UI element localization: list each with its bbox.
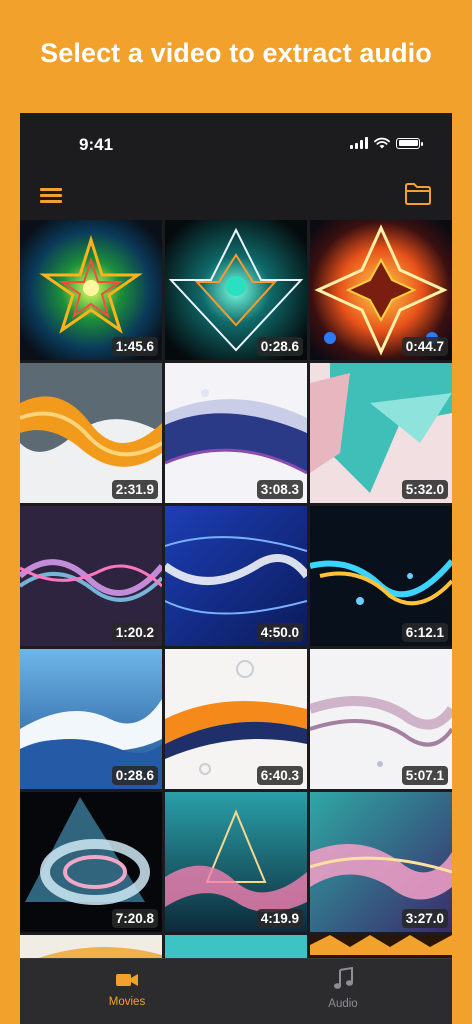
duration-badge: 4:50.0 [256, 623, 303, 642]
duration-badge: 0:28.6 [111, 766, 158, 785]
battery-icon [396, 137, 423, 149]
video-thumbnail[interactable]: 0:44.7 [310, 220, 452, 360]
duration-badge: 3:08.3 [256, 480, 303, 499]
video-thumbnail[interactable]: 6:12.1 [310, 506, 452, 646]
tab-audio-label: Audio [328, 998, 358, 1010]
duration-badge: 1:20.2 [111, 623, 158, 642]
page-headline: Select a video to extract audio [40, 38, 432, 68]
duration-badge: 4:19.9 [256, 909, 303, 928]
duration-badge: 1:45.6 [111, 337, 158, 356]
duration-badge: 0:44.7 [401, 337, 448, 356]
phone-screen: 9:41 1:45.6 0:28.6 0:44.7 2:31.9 3:08.3 … [20, 113, 452, 1024]
duration-badge: 2:31.9 [111, 480, 158, 499]
video-thumbnail[interactable]: 7:20.8 [20, 792, 162, 932]
duration-badge: 7:20.8 [111, 909, 158, 928]
duration-badge: 3:27.0 [401, 909, 448, 928]
video-thumbnail[interactable]: 0:28.6 [20, 649, 162, 789]
video-thumbnail[interactable]: 2:31.9 [20, 363, 162, 503]
video-thumbnail[interactable]: 5:32.0 [310, 363, 452, 503]
duration-badge: 6:40.3 [256, 766, 303, 785]
video-camera-icon [116, 974, 138, 986]
video-grid: 1:45.6 0:28.6 0:44.7 2:31.9 3:08.3 5:32.… [20, 220, 452, 1024]
cellular-signal-icon [350, 137, 368, 149]
video-thumbnail[interactable]: 0:28.6 [165, 220, 307, 360]
duration-badge: 0:28.6 [256, 337, 303, 356]
tab-movies-label: Movies [108, 996, 146, 1008]
video-thumbnail[interactable]: 5:07.1 [310, 649, 452, 789]
video-thumbnail[interactable]: 3:08.3 [165, 363, 307, 503]
video-thumbnail[interactable]: 6:40.3 [165, 649, 307, 789]
menu-button[interactable] [40, 188, 62, 204]
wifi-icon [374, 137, 390, 149]
tab-audio[interactable]: Audio [283, 966, 403, 1019]
video-thumbnail[interactable]: 4:50.0 [165, 506, 307, 646]
duration-badge: 6:12.1 [401, 623, 448, 642]
folder-icon[interactable] [404, 182, 432, 206]
status-bar: 9:41 [20, 113, 452, 173]
video-thumbnail[interactable]: 4:19.9 [165, 792, 307, 932]
status-time: 9:41 [79, 135, 114, 154]
status-icons [350, 137, 423, 149]
video-thumbnail[interactable]: 1:45.6 [20, 220, 162, 360]
video-thumbnail[interactable]: 3:27.0 [310, 792, 452, 932]
duration-badge: 5:07.1 [401, 766, 448, 785]
music-note-icon [334, 966, 353, 989]
tab-movies[interactable]: Movies [67, 967, 187, 1019]
duration-badge: 5:32.0 [401, 480, 448, 499]
video-thumbnail[interactable]: 1:20.2 [20, 506, 162, 646]
tab-bar: Movies Audio [20, 958, 452, 1024]
